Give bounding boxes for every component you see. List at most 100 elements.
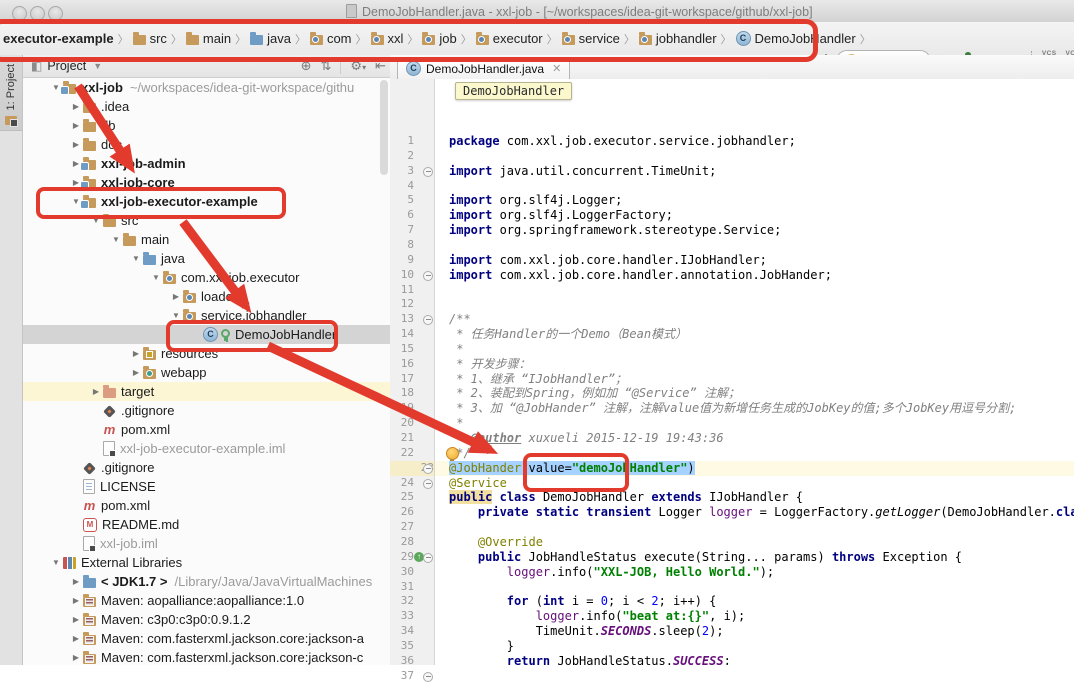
line-number: 25 [390,490,414,505]
line-number: 4 [390,179,414,194]
tree-expand-icon[interactable]: ▶ [129,368,143,377]
tree-item-readme-md[interactable]: MREADME.md [23,515,390,534]
package-icon [310,35,323,45]
tree-item-xxl-job-iml[interactable]: xxl-job.iml [23,534,390,553]
breadcrumb-label: executor [493,31,543,46]
tree-collapse-icon[interactable]: ▼ [89,216,103,225]
tree-item-xxl-job-admin[interactable]: ▶xxl-job-admin [23,154,390,173]
tree-item-doc[interactable]: ▶doc [23,135,390,154]
tree-item-idea[interactable]: ▶.idea [23,97,390,116]
package-icon [562,35,575,45]
breadcrumb-item-com[interactable]: com [310,31,352,46]
line-number: 14 [390,327,414,342]
tree-item-loader[interactable]: ▶loader [23,287,390,306]
tree-item-xxl-job-executor-example-iml[interactable]: xxl-job-executor-example.iml [23,439,390,458]
breadcrumb-item-executor-example[interactable]: executor-example [3,31,114,46]
breadcrumb-item-xxl[interactable]: xxl [371,31,404,46]
tree-item-resources[interactable]: ▶resources [23,344,390,363]
tree-item-pom-xml[interactable]: mpom.xml [23,496,390,515]
tree-item-service-jobhandler[interactable]: ▼service.jobhandler [23,306,390,325]
tree-item-path: ~/workspaces/idea-git-workspace/githu [130,80,354,95]
tree-item-maven-com-fasterxml-jackson-core-jackson-c[interactable]: ▶Maven: com.fasterxml.jackson.core:jacks… [23,648,390,665]
tree-expand-icon[interactable]: ▶ [69,634,83,643]
zoom-window-icon[interactable] [48,6,63,21]
fold-icon[interactable] [423,479,433,489]
tree-item-xxl-job-executor-example[interactable]: ▼xxl-job-executor-example [23,192,390,211]
tree-expand-icon[interactable]: ▶ [69,102,83,111]
tree-expand-icon[interactable]: ▶ [69,140,83,149]
gear-icon[interactable]: ⚙▾ [350,58,366,74]
tree-item-gitignore[interactable]: .gitignore [23,458,390,477]
breadcrumb-item-jobhandler[interactable]: jobhandler [639,31,717,46]
tree-item-java[interactable]: ▼java [23,249,390,268]
tree-expand-icon[interactable]: ▶ [69,577,83,586]
tree-item-src[interactable]: ▼src [23,211,390,230]
tree-collapse-icon[interactable]: ▼ [149,273,163,282]
code-line [435,149,1074,164]
tree-item-target[interactable]: ▶target [23,382,390,401]
tree-collapse-icon[interactable]: ▼ [169,311,183,320]
fold-icon[interactable] [423,271,433,281]
breadcrumb-item-src[interactable]: src [133,31,167,46]
intention-bulb-icon[interactable] [446,447,459,460]
module-icon [83,179,96,189]
fold-icon[interactable] [423,167,433,177]
code-line: * [435,416,1074,431]
tree-item-demojobhandler[interactable]: CDemoJobHandler [23,325,390,344]
project-tool-window-tab[interactable]: 1: Project [0,58,22,131]
tree-expand-icon[interactable]: ▶ [69,596,83,605]
chevron-right-icon: 〉 [407,31,418,47]
tree-expand-icon[interactable]: ▶ [129,349,143,358]
tree-item-external-libraries[interactable]: ▼External Libraries [23,553,390,572]
tree-item-main[interactable]: ▼main [23,230,390,249]
project-tree[interactable]: ▼xxl-job~/workspaces/idea-git-workspace/… [23,78,390,665]
tab-demojobhandler-java[interactable]: C DemoJobHandler.java [397,57,570,79]
tree-expand-icon[interactable]: ▶ [89,387,103,396]
locate-icon[interactable]: ⊕ [301,58,312,74]
tree-expand-icon[interactable]: ▶ [69,615,83,624]
breadcrumb-label: src [150,31,167,46]
fold-icon[interactable] [423,553,433,563]
tree-collapse-icon[interactable]: ▼ [49,558,63,567]
tree-expand-icon[interactable]: ▶ [69,653,83,662]
folder-icon [103,217,116,227]
tree-item-maven-com-fasterxml-jackson-core-jackson-a[interactable]: ▶Maven: com.fasterxml.jackson.core:jacks… [23,629,390,648]
close-icon[interactable] [552,62,561,75]
tree-item-pom-xml[interactable]: mpom.xml [23,420,390,439]
collapse-expand-icon[interactable]: ⇅ [321,58,332,74]
tree-expand-icon[interactable]: ▶ [169,292,183,301]
tree-collapse-icon[interactable]: ▼ [109,235,123,244]
breadcrumb-label: executor-example [3,31,114,46]
project-panel-header[interactable]: ◧ Project ▼ ⊕ ⇅ ⚙▾ ⇤ [23,55,390,78]
code-line: * 1、继承 “IJobHandler”； [435,372,1074,387]
tree-item-db[interactable]: ▶db [23,116,390,135]
fold-icon[interactable] [423,315,433,325]
fold-icon[interactable] [423,464,433,474]
tree-expand-icon[interactable]: ▶ [69,121,83,130]
tree-scrollbar[interactable] [380,80,388,175]
tree-item-gitignore[interactable]: .gitignore [23,401,390,420]
code-area[interactable]: package com.xxl.job.executor.service.job… [435,79,1074,665]
tree-item-xxl-job-core[interactable]: ▶xxl-job-core [23,173,390,192]
code-line: return JobHandleStatus.SUCCESS; [435,654,1074,665]
breadcrumb-item-java[interactable]: java [250,31,291,46]
tree-item-jdk1-7[interactable]: ▶< JDK1.7 >/Library/Java/JavaVirtualMach… [23,572,390,591]
hide-panel-icon[interactable]: ⇤ [375,58,386,74]
minimize-window-icon[interactable] [30,6,45,21]
tree-collapse-icon[interactable]: ▼ [129,254,143,263]
tree-item-maven-aopalliance-aopalliance-1-0[interactable]: ▶Maven: aopalliance:aopalliance:1.0 [23,591,390,610]
tree-item-com-xxl-job-executor[interactable]: ▼com.xxl.job.executor [23,268,390,287]
jdk-icon [83,578,96,588]
tree-item-license[interactable]: LICENSE [23,477,390,496]
close-window-icon[interactable] [12,6,27,21]
breadcrumb-item-service[interactable]: service [562,31,620,46]
tree-item-webapp[interactable]: ▶webapp [23,363,390,382]
module-icon [83,160,96,170]
breadcrumb-item-job[interactable]: job [422,31,456,46]
breadcrumb-item-main[interactable]: main [186,31,231,46]
line-number: 11 [390,283,414,298]
breadcrumb-item-executor[interactable]: executor [476,31,543,46]
fold-icon[interactable] [423,672,433,682]
tree-item-maven-c3p0-c3p0-0-9-1-2[interactable]: ▶Maven: c3p0:c3p0:0.9.1.2 [23,610,390,629]
tree-item-xxl-job[interactable]: ▼xxl-job~/workspaces/idea-git-workspace/… [23,78,390,97]
